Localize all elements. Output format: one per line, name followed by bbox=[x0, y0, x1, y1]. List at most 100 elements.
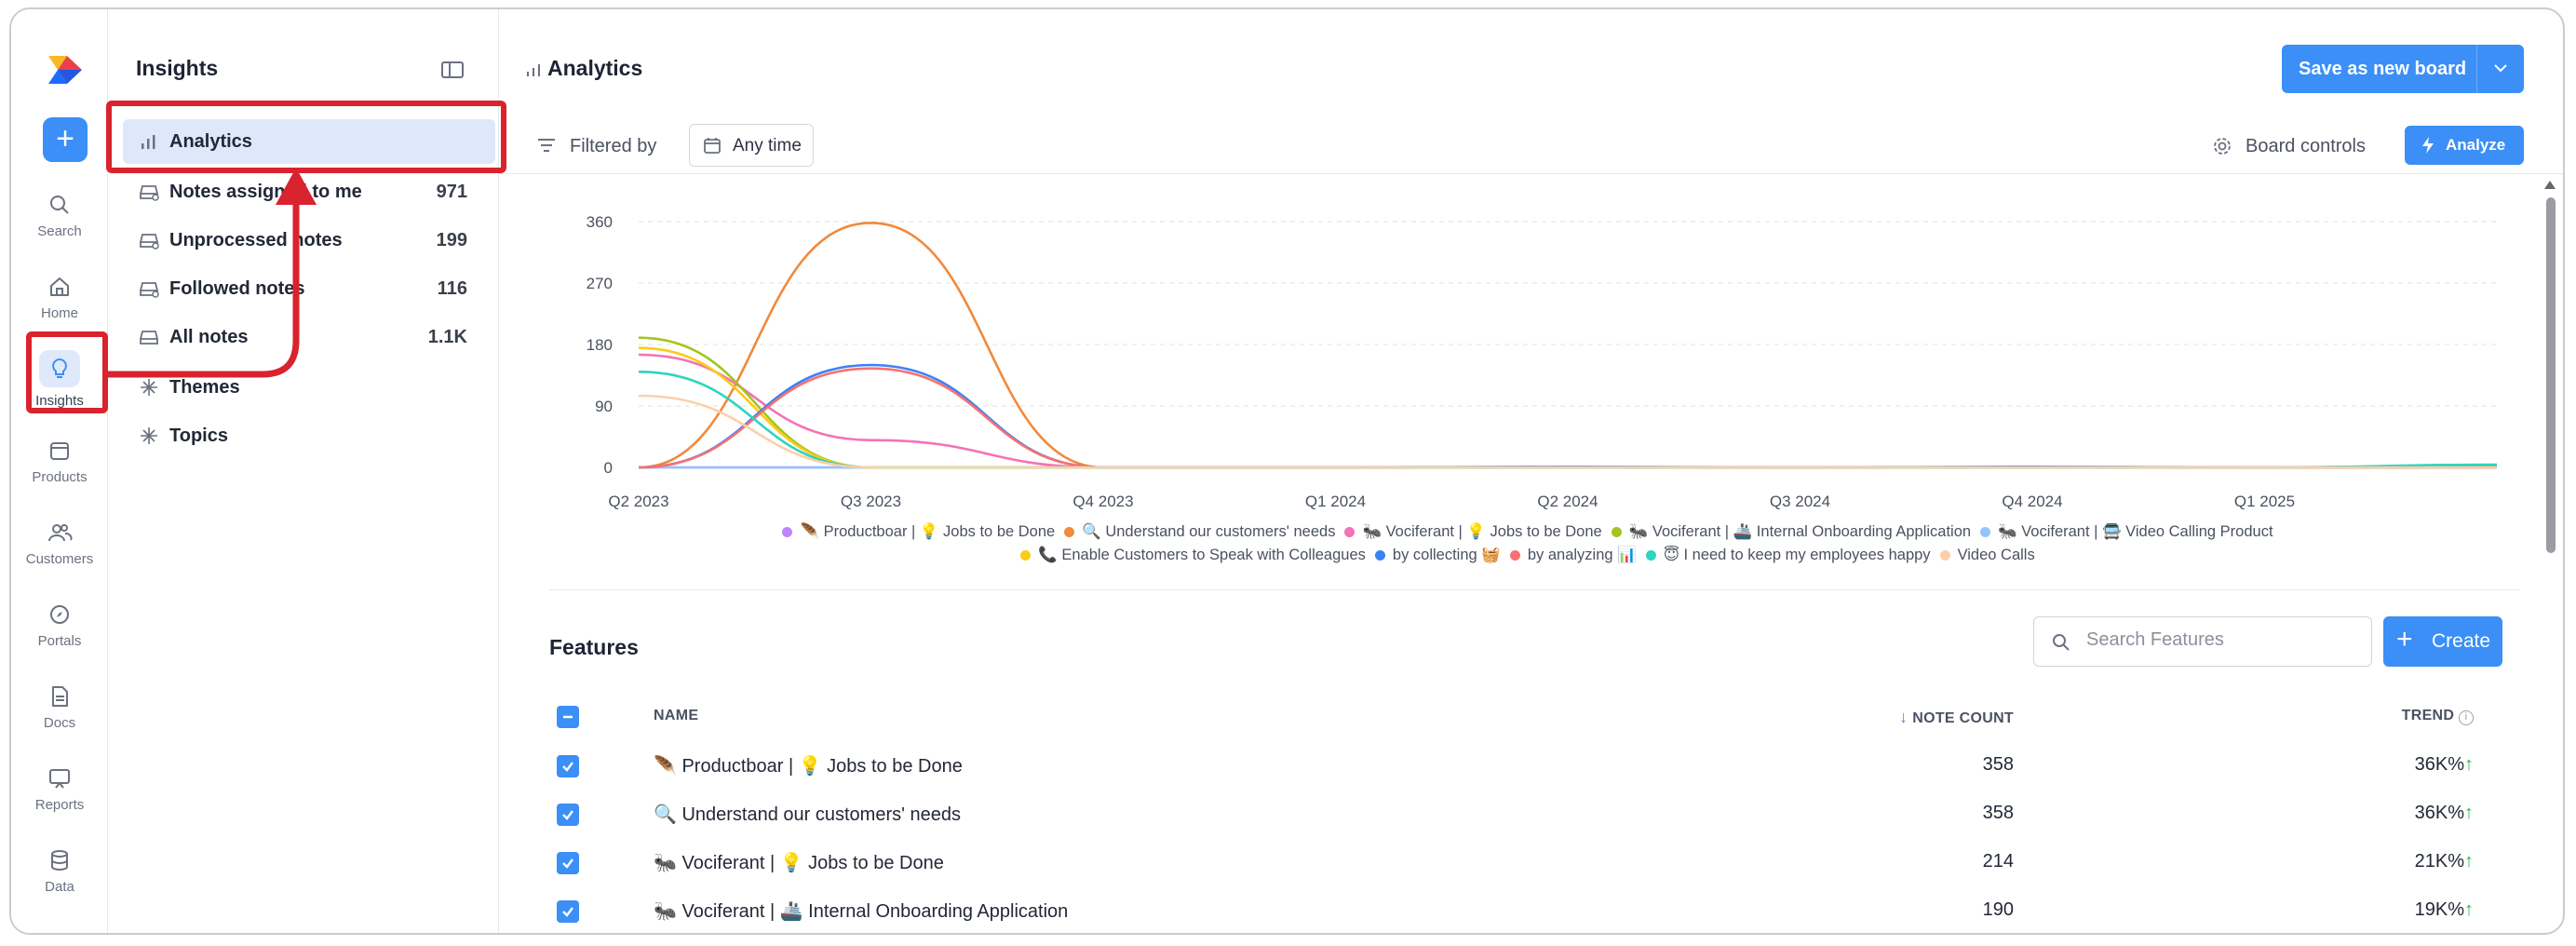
feature-trend: 21K%↑ bbox=[2415, 851, 2474, 872]
trend-value: 21K% bbox=[2414, 851, 2464, 872]
legend-label: by analyzing 📊 bbox=[1527, 547, 1637, 563]
legend-item[interactable]: 📞 Enable Customers to Speak with Colleag… bbox=[1020, 547, 1366, 564]
legend-swatch bbox=[1611, 527, 1622, 537]
app-window: + Search Home Insights Products Customer… bbox=[9, 7, 2565, 935]
row-checkbox[interactable] bbox=[557, 804, 579, 826]
feature-name[interactable]: 🐜 Vociferant | 🚢 Internal Onboarding App… bbox=[654, 899, 1068, 923]
x-tick-label: Q3 2024 bbox=[1770, 493, 1830, 510]
y-tick-label: 180 bbox=[587, 336, 613, 354]
chevron-down-icon[interactable] bbox=[2490, 58, 2511, 78]
legend-swatch bbox=[1939, 550, 1950, 561]
minus-icon bbox=[563, 715, 573, 719]
legend-item[interactable]: by analyzing 📊 bbox=[1509, 547, 1637, 564]
date-range-filter[interactable]: Any time bbox=[689, 124, 814, 167]
x-tick-label: Q4 2024 bbox=[2002, 493, 2062, 510]
filtered-by-label: Filtered by bbox=[570, 136, 657, 156]
series-line bbox=[638, 394, 2497, 469]
row-checkbox[interactable] bbox=[557, 755, 579, 777]
sparkle-icon bbox=[141, 379, 157, 396]
legend-swatch bbox=[1980, 527, 1991, 537]
legend-label: 🐜 Vociferant | 🚢 Internal Onboarding App… bbox=[1628, 523, 1972, 540]
scroll-up-arrow[interactable] bbox=[2544, 181, 2556, 189]
database-icon bbox=[51, 850, 68, 871]
analyze-button[interactable]: Analyze bbox=[2405, 126, 2524, 165]
legend-item[interactable]: 😇 I need to keep my employees happy bbox=[1645, 546, 1931, 564]
legend-label: 🐜 Vociferant | 💡 Jobs to be Done bbox=[1362, 523, 1602, 540]
legend-item[interactable]: 🐜 Vociferant | 🚍 Video Calling Product bbox=[1980, 523, 2273, 541]
legend-item[interactable]: Video Calls bbox=[1939, 547, 2035, 564]
nav-item-followed[interactable]: Followed notes 116 bbox=[123, 266, 495, 311]
page-title: Analytics bbox=[547, 56, 643, 80]
filter-icon bbox=[538, 139, 555, 152]
legend-item[interactable]: 🪶 Productboar | 💡 Jobs to be Done bbox=[782, 523, 1055, 541]
row-checkbox[interactable] bbox=[557, 900, 579, 923]
features-title: Features bbox=[549, 635, 639, 659]
legend-item[interactable]: 🔍 Understand our customers' needs bbox=[1064, 523, 1335, 541]
rail-item-customers[interactable]: Customers bbox=[11, 520, 108, 594]
series-line bbox=[638, 363, 2497, 469]
rail-item-portals[interactable]: Portals bbox=[11, 601, 108, 676]
create-new-button[interactable]: + bbox=[43, 117, 88, 162]
nav-item-themes[interactable]: Themes bbox=[123, 365, 495, 410]
search-features-input[interactable] bbox=[2086, 629, 2356, 651]
x-tick-label: Q1 2024 bbox=[1305, 493, 1366, 510]
series-line bbox=[638, 222, 2498, 469]
vertical-scrollbar-thumb[interactable] bbox=[2546, 197, 2556, 553]
search-icon bbox=[50, 196, 69, 214]
create-feature-button[interactable]: + Create bbox=[2383, 616, 2502, 667]
feature-trend: 36K%↑ bbox=[2415, 803, 2474, 824]
trend-label: TREND bbox=[2401, 708, 2455, 723]
board-controls-button[interactable]: Board controls bbox=[2214, 136, 2366, 157]
nav-item-label: All notes bbox=[169, 327, 249, 347]
legend-swatch bbox=[1020, 550, 1032, 561]
home-icon bbox=[50, 277, 69, 296]
nav-item-topics[interactable]: Topics bbox=[123, 413, 495, 458]
save-button-label: Save as new board bbox=[2299, 59, 2467, 79]
column-header-name[interactable]: NAME bbox=[654, 708, 698, 724]
series-line bbox=[638, 367, 2497, 469]
nav-item-label: Themes bbox=[169, 377, 240, 398]
feature-note-count: 190 bbox=[1982, 899, 2014, 920]
series-line bbox=[638, 371, 2498, 469]
nav-item-unprocessed[interactable]: Unprocessed notes 199 bbox=[123, 218, 495, 263]
legend-label: 🪶 Productboar | 💡 Jobs to be Done bbox=[800, 523, 1056, 540]
feature-note-count: 358 bbox=[1982, 754, 2014, 775]
rail-item-search[interactable]: Search bbox=[11, 192, 108, 266]
column-header-note-count[interactable]: ↓ NOTE COUNT bbox=[1899, 708, 2014, 727]
inbox-icon bbox=[140, 331, 158, 345]
nav-item-all-notes[interactable]: All notes 1.1K bbox=[123, 315, 495, 359]
collapse-panel-icon[interactable] bbox=[441, 61, 464, 79]
x-tick-label: Q4 2023 bbox=[1072, 493, 1133, 510]
feature-name[interactable]: 🐜 Vociferant | 💡 Jobs to be Done bbox=[654, 851, 944, 874]
legend-item[interactable]: 🐜 Vociferant | 🚢 Internal Onboarding App… bbox=[1611, 523, 1972, 541]
rail-label: Portals bbox=[37, 633, 82, 649]
nav-item-label: Topics bbox=[169, 426, 228, 446]
legend-swatch bbox=[1509, 550, 1520, 561]
feature-name[interactable]: 🪶 Productboar | 💡 Jobs to be Done bbox=[654, 754, 963, 777]
analyze-label: Analyze bbox=[2446, 136, 2506, 154]
legend-item[interactable]: by collecting 🧺 bbox=[1374, 547, 1501, 564]
rail-label: Customers bbox=[25, 551, 94, 567]
rail-item-docs[interactable]: Docs bbox=[11, 683, 108, 758]
plus-icon: + bbox=[2396, 624, 2413, 655]
rail-item-data[interactable]: Data bbox=[11, 847, 108, 922]
panel-title: Insights bbox=[136, 56, 219, 80]
legend-label: 🐜 Vociferant | 🚍 Video Calling Product bbox=[1998, 523, 2273, 540]
bar-chart-icon bbox=[527, 64, 540, 76]
feature-name[interactable]: 🔍 Understand our customers' needs bbox=[654, 803, 961, 826]
rail-item-reports[interactable]: Reports bbox=[11, 765, 108, 840]
button-divider bbox=[2476, 45, 2477, 93]
annotation-highlight-insights bbox=[26, 331, 108, 413]
save-as-new-board-button[interactable]: Save as new board bbox=[2282, 45, 2524, 93]
row-checkbox[interactable] bbox=[557, 852, 579, 874]
productboard-logo-icon[interactable] bbox=[47, 54, 84, 86]
legend-item[interactable]: 🐜 Vociferant | 💡 Jobs to be Done bbox=[1344, 523, 1602, 541]
column-header-trend[interactable]: TREND i bbox=[2402, 708, 2474, 725]
search-features-field[interactable] bbox=[2033, 616, 2372, 667]
nav-item-notes-assigned[interactable]: Notes assigned to me 971 bbox=[123, 169, 495, 214]
filter-row: Filtered by Any time Board controls Anal… bbox=[499, 119, 2563, 175]
nav-item-count: 971 bbox=[436, 182, 467, 202]
document-icon bbox=[52, 686, 68, 707]
select-all-checkbox[interactable] bbox=[557, 706, 579, 728]
rail-item-products[interactable]: Products bbox=[11, 438, 108, 512]
